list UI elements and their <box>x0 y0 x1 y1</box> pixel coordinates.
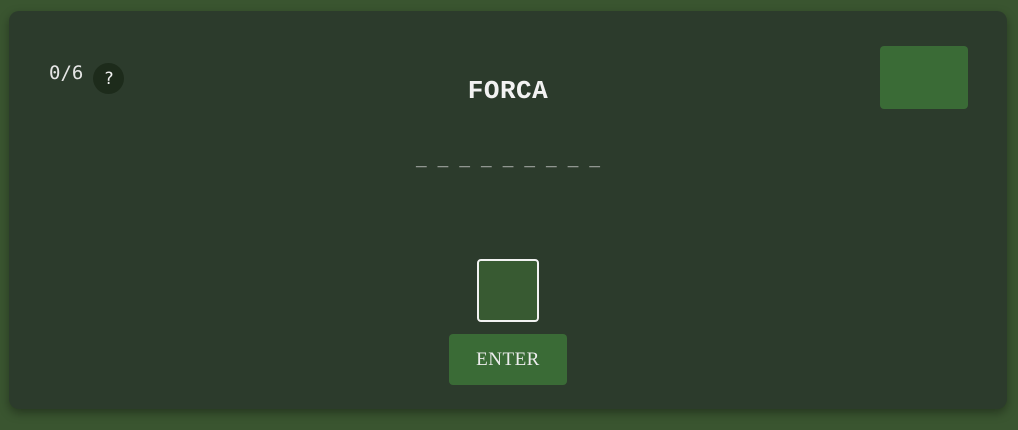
game-card: 0/6 ? FORCA _ _ _ _ _ _ _ _ _ ENTER <box>9 11 1007 409</box>
hidden-word: _ _ _ _ _ _ _ _ _ <box>415 147 601 168</box>
page-title: FORCA <box>467 76 549 106</box>
enter-button[interactable]: ENTER <box>449 334 567 385</box>
letter-input[interactable] <box>477 259 539 322</box>
